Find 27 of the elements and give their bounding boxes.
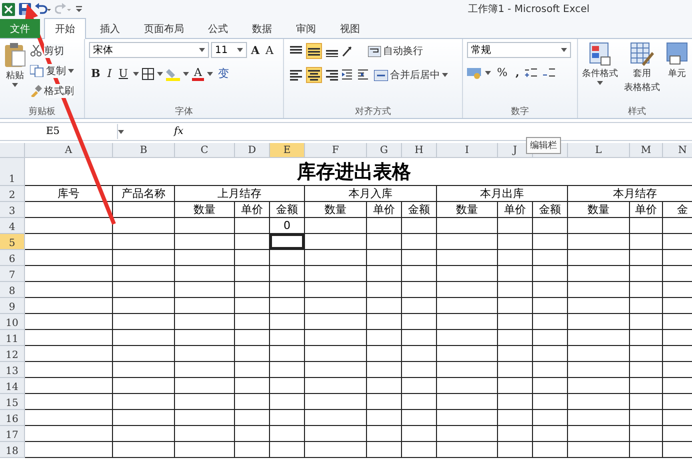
group-label: 数字	[510, 106, 530, 118]
table-cell: 0	[270, 218, 305, 234]
table-cell: 单价	[367, 202, 402, 218]
table-cell: 金额	[533, 202, 568, 218]
table-cell: 数量	[437, 202, 498, 218]
group-label: 对齐方式	[354, 106, 392, 118]
table-cell: 单价	[235, 202, 270, 218]
tooltip: 编辑栏	[526, 137, 561, 154]
table-cell: 数量	[175, 202, 235, 218]
table-header: 本月结存	[568, 186, 692, 202]
group-label: 字体	[174, 106, 194, 118]
table-cell: 金	[663, 202, 692, 218]
table-header: 上月结存	[175, 186, 305, 202]
table-header: 本月入库	[305, 186, 437, 202]
table-cell: 金额	[402, 202, 437, 218]
group-label: 样式	[627, 106, 647, 118]
group-label: 剪贴板	[28, 106, 56, 118]
table-cell: 数量	[568, 202, 630, 218]
table-header: 库号	[25, 186, 113, 202]
table-cell: 数量	[305, 202, 367, 218]
table-header: 本月出库	[437, 186, 568, 202]
window-title: 工作簿1 - Microsoft Excel	[468, 3, 590, 16]
table-cell: 单价	[498, 202, 533, 218]
table-cell: 金额	[270, 202, 305, 218]
table-header: 产品名称	[113, 186, 175, 202]
sheet-title: 库存进出表格	[25, 158, 692, 186]
table-cell: 单价	[630, 202, 663, 218]
